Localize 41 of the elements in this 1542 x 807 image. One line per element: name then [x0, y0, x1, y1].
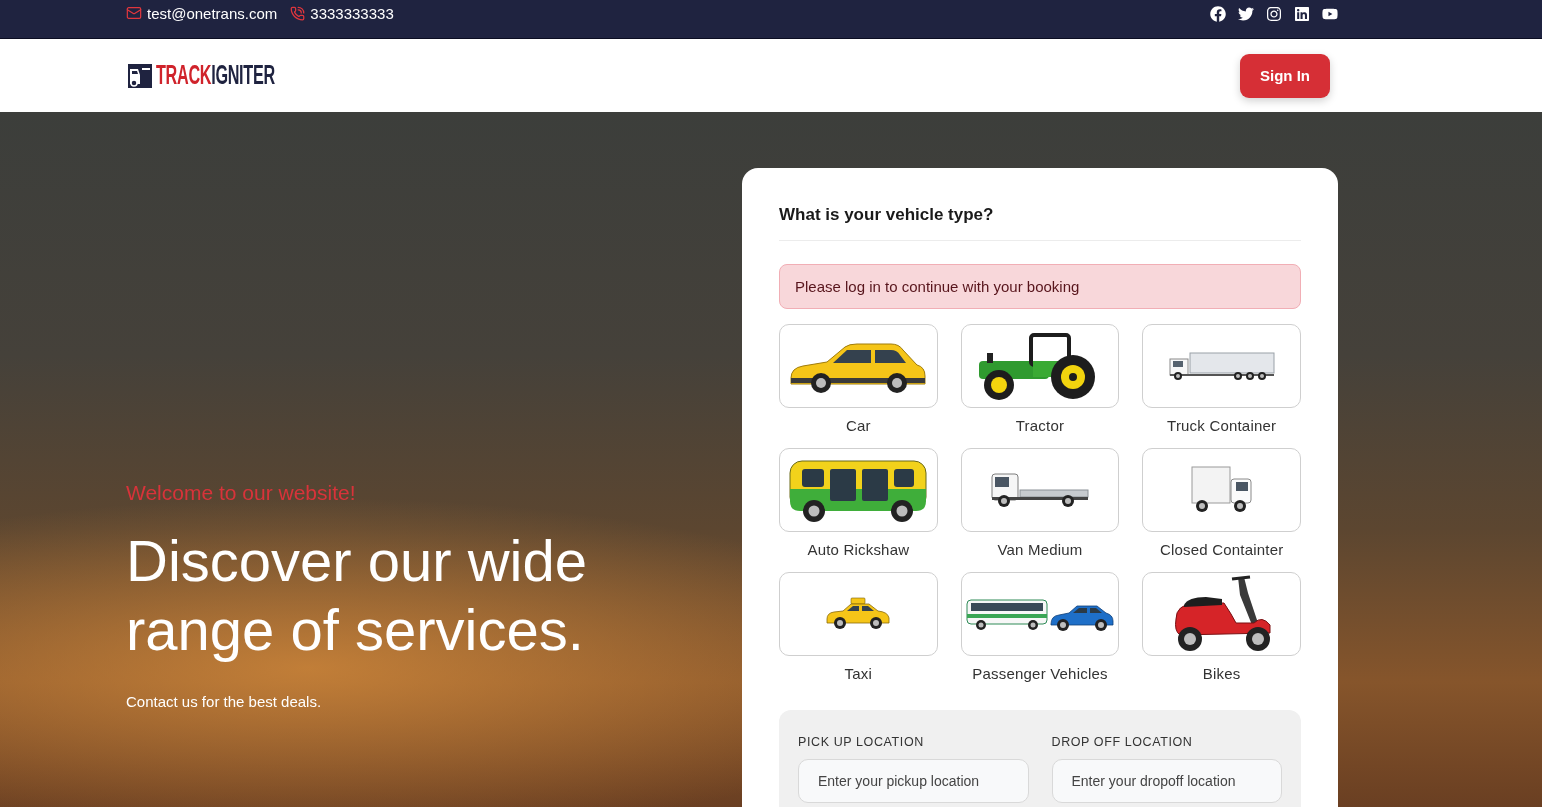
- vehicle-tile[interactable]: [779, 572, 938, 656]
- hero-heading: Discover our wide range of services.: [126, 527, 588, 664]
- vehicle-tile[interactable]: [960, 324, 1120, 408]
- vehicle-label: Truck Container: [1167, 416, 1277, 436]
- pickup-label: PICK UP LOCATION: [798, 734, 925, 750]
- vehicle-label: Tractor: [1015, 416, 1065, 436]
- vehicle-tile[interactable]: [960, 572, 1120, 656]
- phone-text: 3333333333: [310, 4, 394, 22]
- vehicle-label: Van Medium: [997, 540, 1083, 560]
- twitter-icon[interactable]: [1238, 6, 1254, 22]
- youtube-icon[interactable]: [1322, 6, 1338, 22]
- vehicle-label: Car: [845, 416, 871, 436]
- vehicle-label: Closed Containter: [1159, 540, 1284, 560]
- mail-icon: [126, 5, 142, 21]
- box-truck-drawing: [1189, 465, 1254, 515]
- login-alert: Please log in to continue with your booking: [779, 264, 1301, 309]
- dropoff-label: DROP OFF LOCATION: [1051, 734, 1194, 750]
- welcome-text: Welcome to our website!: [126, 480, 357, 506]
- vehicle-label: Passenger Vehicles: [972, 664, 1108, 684]
- phone-icon: [290, 5, 306, 21]
- sign-in-button[interactable]: Sign In: [1240, 53, 1330, 98]
- logo-text[interactable]: TRACKIGNITER: [156, 62, 275, 89]
- facebook-icon[interactable]: [1210, 6, 1226, 22]
- taxi-drawing: [825, 597, 892, 631]
- vehicle-tile[interactable]: [1142, 572, 1301, 656]
- dropoff-input[interactable]: Enter your dropoff location: [1051, 759, 1282, 803]
- truck-logo-icon: [128, 63, 152, 88]
- vehicle-label: Bikes: [1202, 664, 1241, 684]
- vehicle-tile[interactable]: [960, 448, 1120, 532]
- vehicle-tile[interactable]: [779, 324, 938, 408]
- vehicle-tile[interactable]: [1142, 448, 1301, 532]
- vehicle-tile[interactable]: [779, 448, 938, 532]
- email-text: test@onetrans.com: [147, 4, 278, 22]
- pickup-input[interactable]: Enter your pickup location: [798, 759, 1029, 803]
- linkedin-icon[interactable]: [1294, 6, 1310, 22]
- card-title: What is your vehicle type?: [779, 204, 995, 226]
- hero-subtext: Contact us for the best deals.: [126, 692, 323, 712]
- vehicle-label: Taxi: [844, 664, 873, 684]
- vehicle-label: Auto Rickshaw: [807, 540, 910, 560]
- instagram-icon[interactable]: [1266, 6, 1282, 22]
- vehicle-tile[interactable]: [1142, 324, 1301, 408]
